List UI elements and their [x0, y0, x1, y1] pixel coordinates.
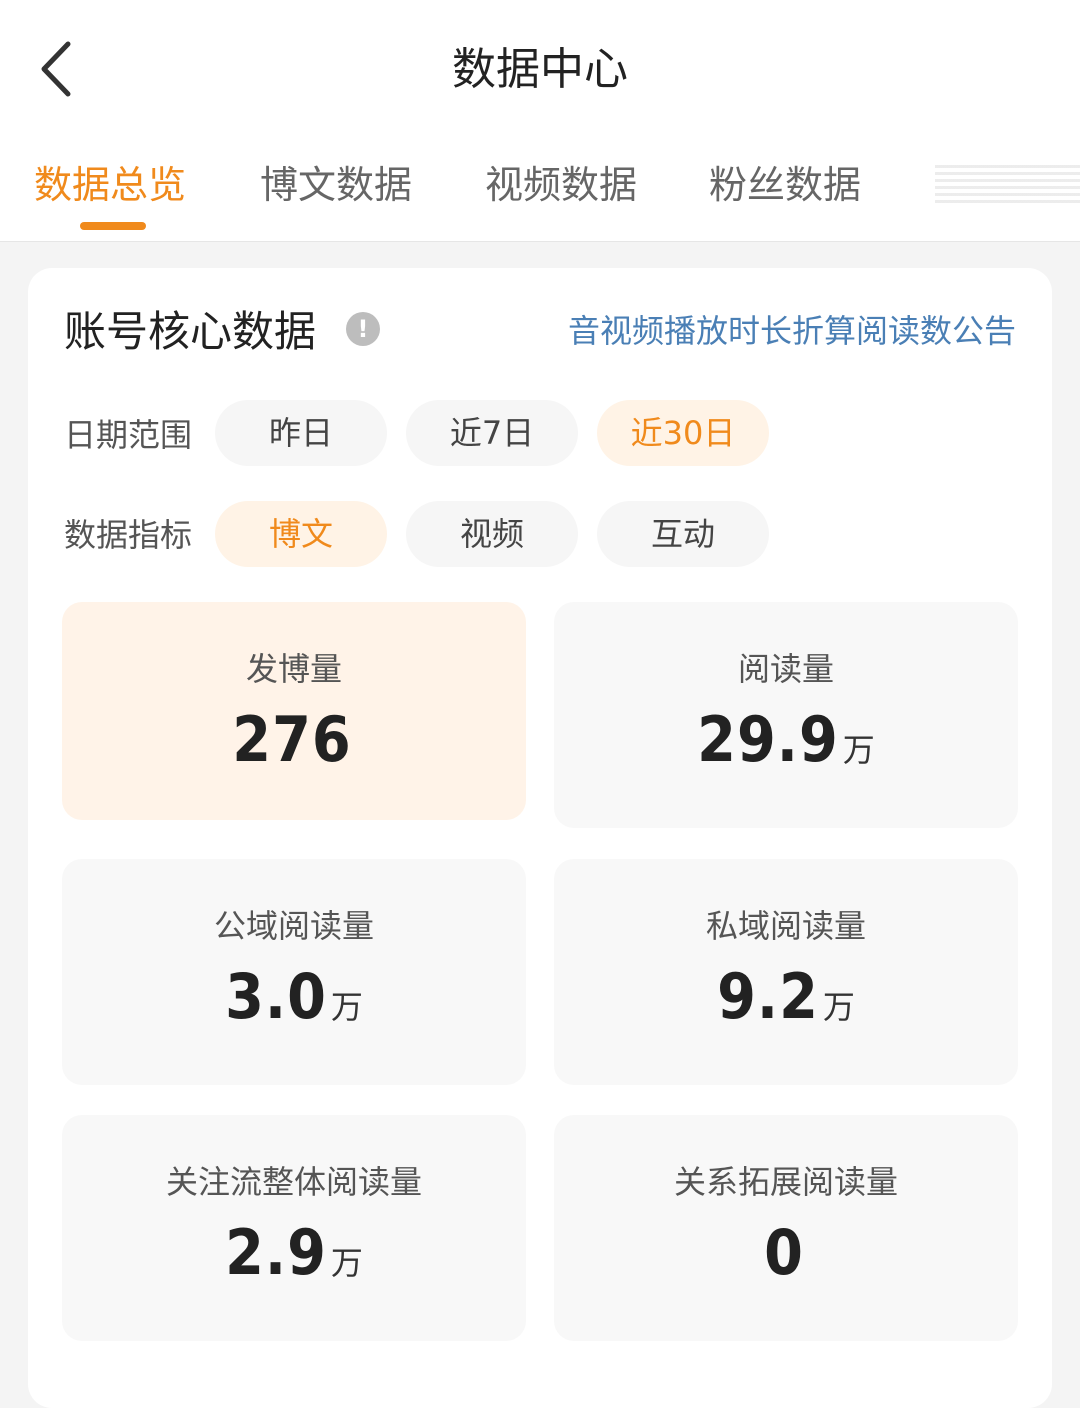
date-chip-yesterday[interactable]: 昨日: [215, 400, 387, 466]
metric-value: 2.9 万: [225, 1216, 363, 1289]
metric-value: 9.2 万: [717, 960, 855, 1033]
metric-value: 0: [764, 1216, 804, 1289]
metric-card-private-reads[interactable]: 私域阅读量 9.2 万: [554, 859, 1018, 1085]
tab-overflow-fade: [935, 165, 1080, 205]
metric-card-public-reads[interactable]: 公域阅读量 3.0 万: [62, 859, 526, 1085]
section-title: 账号核心数据: [64, 307, 317, 356]
metric-value: 276: [232, 703, 352, 776]
tab-post-data[interactable]: 博文数据: [260, 155, 412, 215]
active-tab-indicator: [80, 222, 146, 230]
metric-label: 阅读量: [737, 650, 834, 688]
metric-type-label: 数据指标: [64, 516, 193, 554]
notice-link[interactable]: 音视频播放时长折算阅读数公告: [568, 305, 1016, 357]
date-range-label: 日期范围: [64, 416, 193, 454]
metric-chip-video[interactable]: 视频: [406, 501, 578, 567]
info-icon[interactable]: !: [346, 312, 380, 346]
metric-card-relation-reads[interactable]: 关系拓展阅读量 0: [554, 1115, 1018, 1341]
metric-label: 发博量: [245, 650, 342, 688]
date-chip-30days[interactable]: 近30日: [597, 400, 769, 466]
date-chip-7days[interactable]: 近7日: [406, 400, 578, 466]
metric-value: 3.0 万: [225, 960, 363, 1033]
metric-chip-interaction[interactable]: 互动: [597, 501, 769, 567]
metric-chip-posts[interactable]: 博文: [215, 501, 387, 567]
tab-overview[interactable]: 数据总览: [34, 155, 186, 215]
metric-label: 私域阅读量: [705, 907, 866, 945]
metric-label: 公域阅读量: [213, 907, 374, 945]
metric-label: 关系拓展阅读量: [673, 1163, 898, 1201]
metric-card-posts[interactable]: 发博量 276: [62, 602, 526, 820]
tab-video-data[interactable]: 视频数据: [485, 155, 637, 215]
metric-value: 29.9 万: [697, 703, 875, 776]
metric-label: 关注流整体阅读量: [165, 1163, 422, 1201]
metric-card-follow-feed-reads[interactable]: 关注流整体阅读量 2.9 万: [62, 1115, 526, 1341]
tab-fans-data[interactable]: 粉丝数据: [709, 155, 861, 215]
page-title: 数据中心: [452, 44, 628, 95]
metric-card-reads[interactable]: 阅读量 29.9 万: [554, 602, 1018, 828]
